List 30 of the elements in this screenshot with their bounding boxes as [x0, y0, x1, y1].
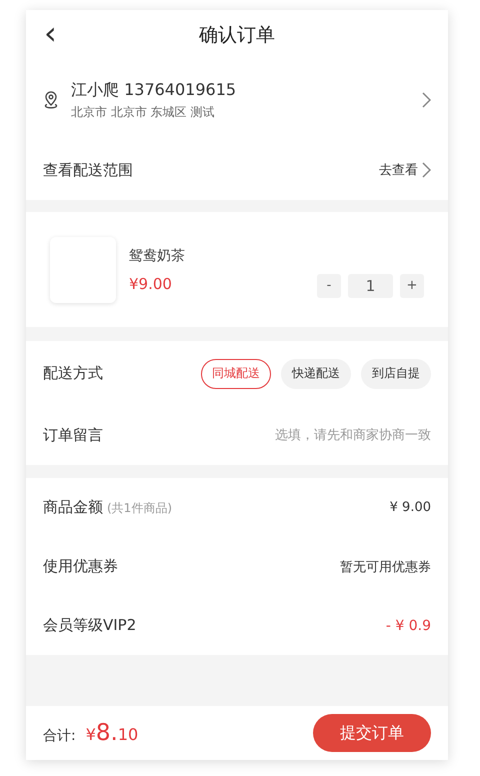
location-pin-icon: [43, 91, 59, 109]
total-label: 合计:: [43, 727, 76, 745]
chevron-right-icon: [422, 92, 431, 108]
decrease-button[interactable]: -: [317, 274, 341, 298]
chevron-right-icon: [422, 162, 431, 178]
delivery-range-label: 查看配送范围: [43, 160, 133, 180]
contact-name: 江小爬 13764019615: [71, 80, 236, 100]
submit-order-button[interactable]: 提交订单: [313, 714, 431, 752]
total-amount: ¥8.10: [86, 720, 138, 746]
discount-amount: - ¥ 0.9: [386, 618, 431, 634]
product-name: 鸳鸯奶茶: [129, 246, 186, 264]
address-text: 北京市 北京市 东城区 测试: [71, 104, 216, 120]
delivery-method-label: 配送方式: [43, 364, 103, 383]
view-link[interactable]: 去查看: [379, 161, 431, 179]
increase-button[interactable]: +: [400, 274, 424, 298]
summary-value: ¥ 9.00: [390, 500, 431, 515]
back-button[interactable]: ‹: [40, 19, 61, 47]
summary-label: 会员等级VIP2: [43, 616, 136, 634]
quantity-field[interactable]: 1: [348, 274, 393, 298]
order-note-label: 订单留言: [43, 426, 103, 445]
summary-label: 使用优惠券: [43, 557, 118, 575]
address-row[interactable]: 江小爬 13764019615 北京市 北京市 东城区 测试: [26, 60, 448, 140]
delivery-option[interactable]: 同城配送: [201, 358, 271, 388]
delivery-option[interactable]: 到店自提: [361, 358, 431, 388]
item-count-hint: (共1件商品): [107, 501, 172, 515]
product-price: ¥9.00: [129, 274, 173, 292]
page-title: 确认订单: [199, 23, 275, 48]
delivery-option[interactable]: 快递配送: [281, 358, 351, 388]
summary-value: 暂无可用优惠券: [340, 558, 431, 576]
summary-label: 商品金额: [43, 498, 103, 516]
